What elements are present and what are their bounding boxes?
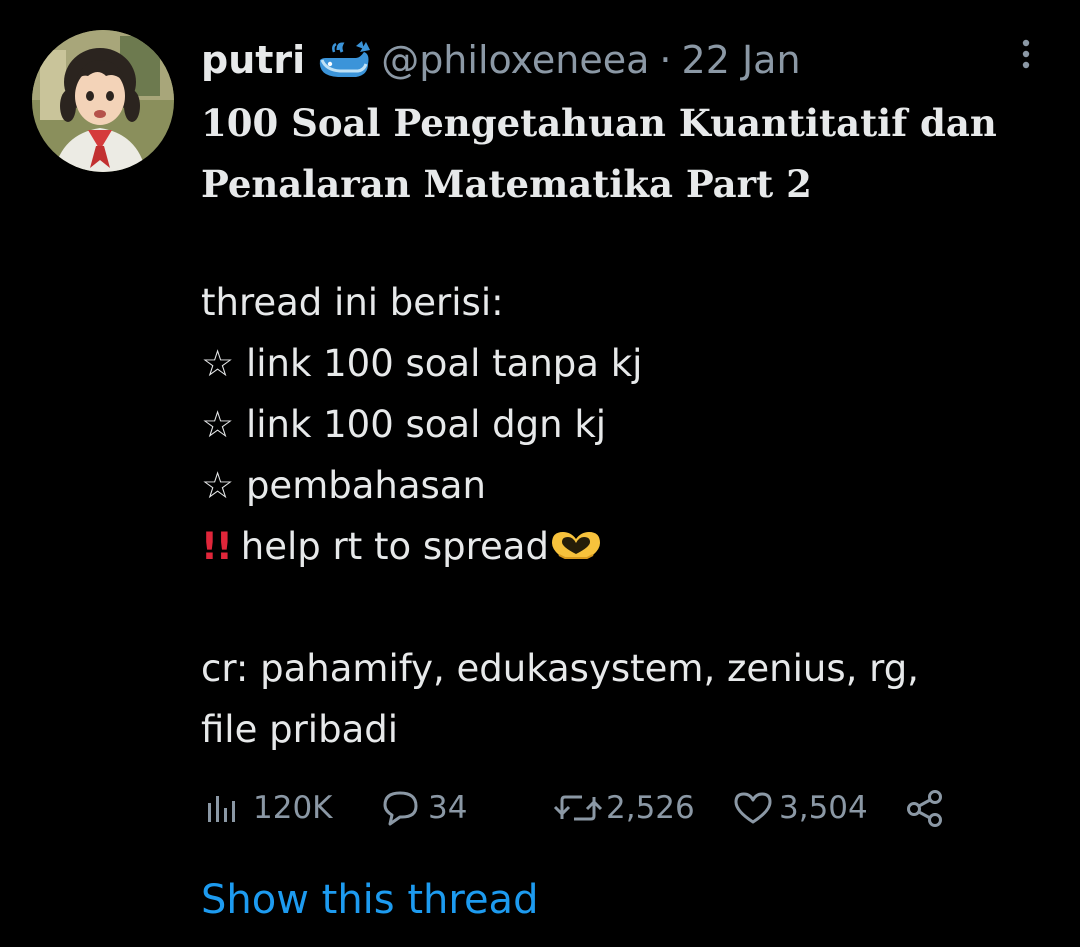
like-button[interactable]: 3,504	[733, 785, 868, 831]
reply-button[interactable]: 34	[382, 785, 467, 831]
tweet-body: thread ini berisi: ☆ link 100 soal tanpa…	[201, 272, 1061, 760]
credits-line: cr: pahamify, edukasystem, zenius, rg,	[201, 647, 919, 690]
tweet-date[interactable]: 22 Jan	[682, 34, 801, 86]
vertical-dots-icon[interactable]	[1013, 38, 1039, 70]
headline-line: Penalaran Matematika Part 2	[201, 162, 812, 206]
retweet-icon	[552, 792, 604, 824]
body-intro: thread ini berisi:	[201, 281, 504, 324]
list-item-text: link 100 soal dgn kj	[245, 403, 607, 446]
heart-outline-icon	[733, 791, 773, 825]
star-icon: ☆	[201, 342, 235, 385]
headline-line: 100 Soal Pengetahuan Kuantitatif dan	[201, 101, 997, 145]
user-handle[interactable]: @philoxeneea	[381, 34, 649, 86]
alert-line: !! help rt to spread	[201, 516, 1061, 577]
retweet-count: 2,526	[606, 790, 695, 826]
share-button[interactable]	[905, 785, 945, 831]
star-icon: ☆	[201, 403, 235, 446]
tweet-header: putri @philoxeneea · 22 Jan	[201, 34, 801, 86]
views-button[interactable]: 120K	[205, 785, 333, 831]
list-item: ☆ link 100 soal dgn kj	[201, 394, 1061, 455]
list-item: ☆ pembahasan	[201, 455, 1061, 516]
separator-dot: ·	[659, 38, 672, 82]
reply-count: 34	[428, 790, 468, 826]
whale-icon	[316, 40, 372, 80]
bar-chart-icon	[205, 793, 239, 823]
views-count: 120K	[253, 790, 333, 826]
display-name[interactable]: putri	[201, 34, 305, 86]
double-exclamation-icon: !!	[201, 525, 233, 568]
list-item-text: pembahasan	[245, 464, 486, 507]
list-item-text: link 100 soal tanpa kj	[245, 342, 643, 385]
retweet-button[interactable]: 2,526	[552, 785, 695, 831]
avatar[interactable]	[32, 30, 174, 172]
tweet-headline: 100 Soal Pengetahuan Kuantitatif dan Pen…	[201, 93, 1061, 215]
alert-text: help rt to spread	[240, 525, 549, 568]
like-count: 3,504	[779, 790, 868, 826]
share-icon	[905, 788, 945, 828]
speech-bubble-icon	[382, 790, 420, 826]
show-thread-link[interactable]: Show this thread	[201, 872, 538, 928]
credits-line: file pribadi	[201, 708, 399, 751]
list-item: ☆ link 100 soal tanpa kj	[201, 333, 1061, 394]
heart-hands-icon	[549, 518, 603, 559]
star-icon: ☆	[201, 464, 235, 507]
